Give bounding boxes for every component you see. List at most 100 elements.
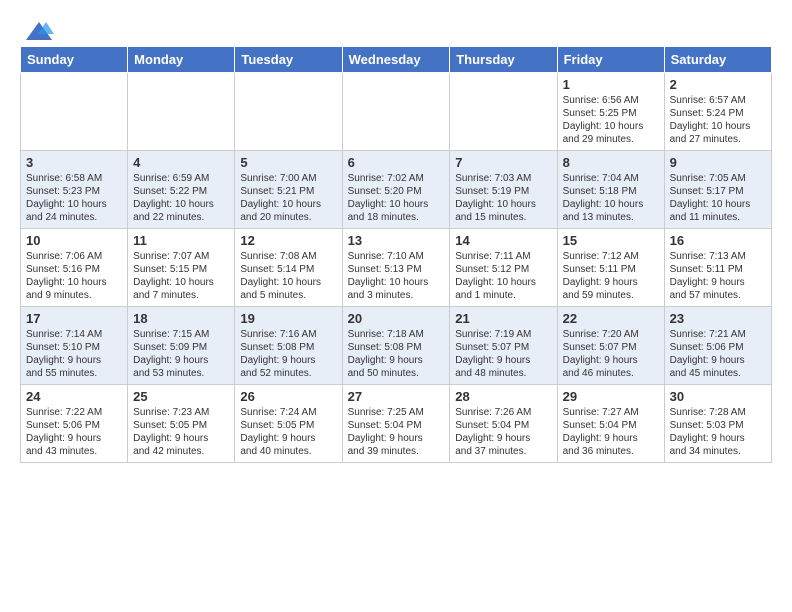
day-number: 19 bbox=[240, 311, 336, 326]
day-info: Daylight: 10 hours bbox=[455, 198, 551, 211]
day-info: Daylight: 10 hours bbox=[348, 276, 445, 289]
calendar-cell: 13Sunrise: 7:10 AMSunset: 5:13 PMDayligh… bbox=[342, 229, 450, 307]
day-info: Sunset: 5:11 PM bbox=[670, 263, 766, 276]
day-info: Sunrise: 7:05 AM bbox=[670, 172, 766, 185]
day-info: and 29 minutes. bbox=[563, 133, 659, 146]
day-info: and 9 minutes. bbox=[26, 289, 122, 302]
day-info: Sunrise: 7:21 AM bbox=[670, 328, 766, 341]
day-number: 17 bbox=[26, 311, 122, 326]
day-info: Daylight: 9 hours bbox=[563, 354, 659, 367]
day-info: and 20 minutes. bbox=[240, 211, 336, 224]
day-info: Sunrise: 6:56 AM bbox=[563, 94, 659, 107]
day-info: Sunset: 5:09 PM bbox=[133, 341, 229, 354]
day-header-wednesday: Wednesday bbox=[342, 47, 450, 73]
day-info: Sunset: 5:08 PM bbox=[348, 341, 445, 354]
page-header bbox=[20, 20, 772, 36]
day-info: Daylight: 10 hours bbox=[26, 276, 122, 289]
day-info: Daylight: 9 hours bbox=[455, 432, 551, 445]
calendar-cell: 24Sunrise: 7:22 AMSunset: 5:06 PMDayligh… bbox=[21, 385, 128, 463]
day-info: and 37 minutes. bbox=[455, 445, 551, 458]
day-info: and 43 minutes. bbox=[26, 445, 122, 458]
day-number: 7 bbox=[455, 155, 551, 170]
day-info: Sunrise: 7:22 AM bbox=[26, 406, 122, 419]
calendar-cell: 17Sunrise: 7:14 AMSunset: 5:10 PMDayligh… bbox=[21, 307, 128, 385]
day-number: 1 bbox=[563, 77, 659, 92]
day-info: Daylight: 10 hours bbox=[240, 198, 336, 211]
day-info: and 7 minutes. bbox=[133, 289, 229, 302]
day-info: Sunset: 5:17 PM bbox=[670, 185, 766, 198]
day-info: Daylight: 10 hours bbox=[670, 198, 766, 211]
calendar-cell: 9 Sunrise: 7:05 AMSunset: 5:17 PMDaylight… bbox=[664, 151, 771, 229]
calendar-cell: 29Sunrise: 7:27 AMSunset: 5:04 PMDayligh… bbox=[557, 385, 664, 463]
day-number: 6 bbox=[348, 155, 445, 170]
day-header-tuesday: Tuesday bbox=[235, 47, 342, 73]
day-info: and 11 minutes. bbox=[670, 211, 766, 224]
day-info: Sunset: 5:23 PM bbox=[26, 185, 122, 198]
day-info: Sunset: 5:22 PM bbox=[133, 185, 229, 198]
day-info: Daylight: 10 hours bbox=[240, 276, 336, 289]
calendar-cell: 27Sunrise: 7:25 AMSunset: 5:04 PMDayligh… bbox=[342, 385, 450, 463]
day-info: Sunset: 5:14 PM bbox=[240, 263, 336, 276]
day-info: Daylight: 9 hours bbox=[26, 354, 122, 367]
day-number: 13 bbox=[348, 233, 445, 248]
calendar-cell: 5Sunrise: 7:00 AMSunset: 5:21 PMDaylight… bbox=[235, 151, 342, 229]
day-info: Sunrise: 7:20 AM bbox=[563, 328, 659, 341]
day-info: Sunset: 5:25 PM bbox=[563, 107, 659, 120]
calendar-cell: 11Sunrise: 7:07 AMSunset: 5:15 PMDayligh… bbox=[128, 229, 235, 307]
day-info: Sunset: 5:15 PM bbox=[133, 263, 229, 276]
calendar-cell: 16Sunrise: 7:13 AMSunset: 5:11 PMDayligh… bbox=[664, 229, 771, 307]
day-number: 29 bbox=[563, 389, 659, 404]
calendar-cell: 4Sunrise: 6:59 AMSunset: 5:22 PMDaylight… bbox=[128, 151, 235, 229]
day-info: Sunrise: 7:27 AM bbox=[563, 406, 659, 419]
day-number: 23 bbox=[670, 311, 766, 326]
day-info: Daylight: 9 hours bbox=[670, 276, 766, 289]
day-info: Sunrise: 7:16 AM bbox=[240, 328, 336, 341]
day-info: Sunrise: 7:13 AM bbox=[670, 250, 766, 263]
day-info: Sunset: 5:18 PM bbox=[563, 185, 659, 198]
day-info: Sunrise: 7:06 AM bbox=[26, 250, 122, 263]
day-info: Daylight: 10 hours bbox=[133, 276, 229, 289]
calendar-cell: 30Sunrise: 7:28 AMSunset: 5:03 PMDayligh… bbox=[664, 385, 771, 463]
calendar-cell: 7Sunrise: 7:03 AMSunset: 5:19 PMDaylight… bbox=[450, 151, 557, 229]
day-info: Sunrise: 7:04 AM bbox=[563, 172, 659, 185]
day-info: Sunrise: 7:12 AM bbox=[563, 250, 659, 263]
day-number: 4 bbox=[133, 155, 229, 170]
day-info: Sunrise: 7:28 AM bbox=[670, 406, 766, 419]
calendar-cell: 12Sunrise: 7:08 AMSunset: 5:14 PMDayligh… bbox=[235, 229, 342, 307]
calendar-cell: 22Sunrise: 7:20 AMSunset: 5:07 PMDayligh… bbox=[557, 307, 664, 385]
day-info: Daylight: 9 hours bbox=[563, 276, 659, 289]
calendar-cell: 18Sunrise: 7:15 AMSunset: 5:09 PMDayligh… bbox=[128, 307, 235, 385]
day-number: 9 bbox=[670, 155, 766, 170]
calendar-cell: 1Sunrise: 6:56 AMSunset: 5:25 PMDaylight… bbox=[557, 73, 664, 151]
day-info: and 1 minute. bbox=[455, 289, 551, 302]
day-info: Daylight: 10 hours bbox=[348, 198, 445, 211]
day-info: Sunset: 5:07 PM bbox=[563, 341, 659, 354]
calendar-cell: 25Sunrise: 7:23 AMSunset: 5:05 PMDayligh… bbox=[128, 385, 235, 463]
day-info: Sunset: 5:10 PM bbox=[26, 341, 122, 354]
day-info: Sunrise: 7:07 AM bbox=[133, 250, 229, 263]
day-info: Daylight: 9 hours bbox=[348, 432, 445, 445]
day-number: 3 bbox=[26, 155, 122, 170]
logo-icon bbox=[24, 20, 54, 44]
day-info: Sunrise: 6:57 AM bbox=[670, 94, 766, 107]
day-info: Sunset: 5:04 PM bbox=[455, 419, 551, 432]
day-number: 28 bbox=[455, 389, 551, 404]
day-info: and 59 minutes. bbox=[563, 289, 659, 302]
day-info: Sunrise: 7:23 AM bbox=[133, 406, 229, 419]
day-header-monday: Monday bbox=[128, 47, 235, 73]
day-info: Sunset: 5:03 PM bbox=[670, 419, 766, 432]
calendar-cell: 14Sunrise: 7:11 AMSunset: 5:12 PMDayligh… bbox=[450, 229, 557, 307]
day-info: Sunset: 5:20 PM bbox=[348, 185, 445, 198]
day-info: Sunrise: 7:03 AM bbox=[455, 172, 551, 185]
day-info: Sunset: 5:05 PM bbox=[133, 419, 229, 432]
day-info: Sunrise: 7:02 AM bbox=[348, 172, 445, 185]
day-number: 20 bbox=[348, 311, 445, 326]
day-header-saturday: Saturday bbox=[664, 47, 771, 73]
day-info: Sunset: 5:06 PM bbox=[26, 419, 122, 432]
calendar-week-row: 10Sunrise: 7:06 AMSunset: 5:16 PMDayligh… bbox=[21, 229, 772, 307]
day-info: Daylight: 9 hours bbox=[455, 354, 551, 367]
day-info: and 15 minutes. bbox=[455, 211, 551, 224]
day-number: 18 bbox=[133, 311, 229, 326]
day-info: and 57 minutes. bbox=[670, 289, 766, 302]
day-info: Sunset: 5:11 PM bbox=[563, 263, 659, 276]
